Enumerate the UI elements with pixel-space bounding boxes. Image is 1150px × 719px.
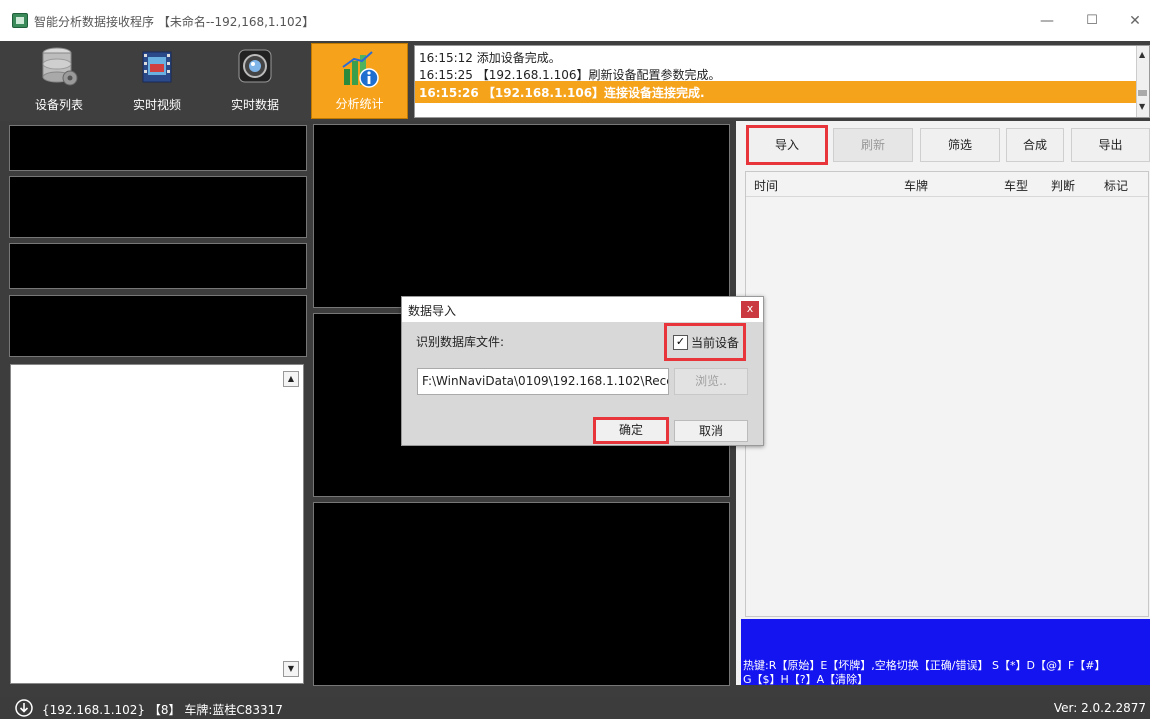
video-slot: [9, 243, 307, 289]
status-bar: {192.168.1.102} 【8】 车牌:蓝桂C83317 Ver: 2.0…: [0, 697, 1150, 719]
column-header-type[interactable]: 车型: [1004, 177, 1028, 194]
hotkey-text: G【$】H【?】A【清除】: [743, 673, 869, 686]
plate-list[interactable]: ▲ ▼: [10, 364, 304, 684]
log-line: 16:15:12 添加设备完成。: [419, 51, 561, 65]
video-slot: [9, 295, 307, 357]
cancel-button[interactable]: 取消: [674, 420, 748, 442]
close-button[interactable]: ✕: [1120, 8, 1150, 34]
status-text: {192.168.1.102} 【8】 车牌:蓝桂C83317: [42, 703, 283, 717]
tool-device-list[interactable]: 设备列表: [10, 41, 108, 119]
log-line: 16:15:25 【192.168.1.106】刷新设备配置参数完成。: [419, 68, 721, 82]
window-title: 智能分析数据接收程序 【未命名--192,168,1.102】: [34, 15, 315, 29]
tool-label: 实时视频: [132, 98, 181, 112]
maximize-button[interactable]: ☐: [1077, 8, 1107, 34]
hotkey-bar: 热键:R【原始】E【坏牌】,空格切换【正确/错误】 S【*】D【@】F【#】 G…: [741, 619, 1150, 686]
minimize-button[interactable]: —: [1032, 8, 1062, 34]
download-circle-icon: [15, 699, 33, 717]
column-header-judge[interactable]: 判断: [1051, 177, 1075, 194]
tool-label: 实时数据: [230, 98, 279, 112]
scroll-up-icon[interactable]: ▲: [1139, 50, 1145, 59]
browse-button[interactable]: 浏览..: [674, 368, 748, 395]
column-header-time[interactable]: 时间: [754, 177, 778, 194]
video-slot: [9, 125, 307, 171]
import-button[interactable]: 导入: [746, 125, 828, 165]
current-device-checkbox-label[interactable]: 当前设备: [691, 334, 739, 351]
tool-realtime-data[interactable]: 实时数据: [206, 41, 304, 119]
tool-analysis-stats[interactable]: 分析统计: [311, 43, 408, 119]
tool-realtime-video[interactable]: 实时视频: [108, 41, 206, 119]
filter-button[interactable]: 筛选: [920, 128, 1000, 162]
log-panel: 16:15:12 添加设备完成。 16:15:25 【192.168.1.106…: [414, 45, 1150, 118]
ok-button[interactable]: 确定: [593, 417, 669, 444]
scroll-down-icon[interactable]: ▼: [283, 661, 299, 677]
video-view: [313, 124, 730, 308]
dialog-titlebar[interactable]: 数据导入 x: [402, 297, 763, 322]
checkbox-check-icon[interactable]: ✓: [673, 335, 688, 350]
scroll-thumb[interactable]: [1138, 90, 1147, 96]
scroll-down-icon[interactable]: ▼: [1139, 102, 1145, 111]
scroll-up-icon[interactable]: ▲: [283, 371, 299, 387]
export-button[interactable]: 导出: [1071, 128, 1150, 162]
compose-button[interactable]: 合成: [1006, 128, 1064, 162]
log-line: 16:15:26 【192.168.1.106】连接设备连接完成.: [419, 86, 705, 100]
video-view: [313, 502, 730, 686]
camera-lens-icon: [238, 49, 272, 83]
dialog-close-button[interactable]: x: [741, 301, 759, 318]
log-scrollbar[interactable]: ▲ ▼: [1136, 46, 1149, 117]
tool-label: 分析统计: [335, 97, 384, 111]
film-video-icon: [142, 51, 172, 83]
version-label: Ver: 2.0.2.2877: [1053, 701, 1146, 715]
dialog-body: 识别数据库文件: ✓ 当前设备 F:\WinNaviData\0109\192.…: [402, 322, 763, 445]
db-file-label: 识别数据库文件:: [416, 335, 505, 349]
tool-label: 设备列表: [34, 98, 83, 112]
column-header-mark[interactable]: 标记: [1104, 177, 1128, 194]
chart-info-icon: [341, 51, 379, 88]
header-divider: [746, 196, 1148, 197]
column-header-plate[interactable]: 车牌: [904, 177, 928, 194]
current-device-checkbox-highlight: ✓ 当前设备: [664, 323, 746, 361]
app-icon: [12, 13, 28, 28]
db-path-input[interactable]: F:\WinNaviData\0109\192.168.1.102\Recc: [417, 368, 669, 395]
refresh-button[interactable]: 刷新: [833, 128, 913, 162]
video-slot: [9, 176, 307, 238]
import-dialog: 数据导入 x 识别数据库文件: ✓ 当前设备 F:\WinNaviData\01…: [401, 296, 764, 446]
dialog-title: 数据导入: [408, 304, 457, 318]
database-gear-icon: [42, 47, 78, 86]
record-table[interactable]: 时间 车牌 车型 判断 标记: [745, 171, 1149, 617]
